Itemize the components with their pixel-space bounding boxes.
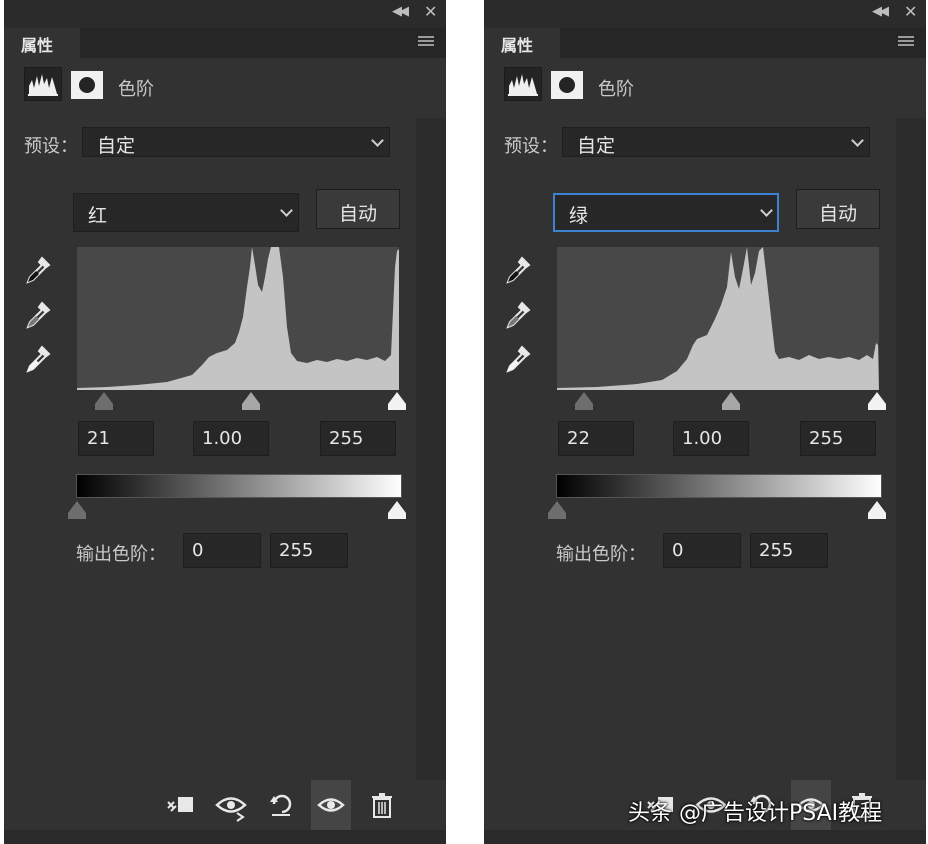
tab-row: 属性 xyxy=(4,28,446,58)
clip-to-layer-button[interactable] xyxy=(160,780,200,830)
input-gamma-slider[interactable] xyxy=(242,392,260,410)
input-gamma-value: 1.00 xyxy=(682,428,723,449)
tab-properties-label: 属性 xyxy=(21,36,54,55)
view-previous-state-button[interactable] xyxy=(211,780,251,830)
preset-select[interactable]: 自定 xyxy=(562,127,870,157)
auto-button[interactable]: 自动 xyxy=(316,189,400,229)
input-white-slider[interactable] xyxy=(388,392,406,410)
panel-menu-icon[interactable] xyxy=(418,36,434,48)
output-white-field[interactable]: 255 xyxy=(750,533,828,568)
gray-point-eyedropper-icon[interactable] xyxy=(502,300,532,332)
close-icon[interactable]: ✕ xyxy=(424,2,437,21)
preset-value: 自定 xyxy=(577,135,616,157)
trash-icon xyxy=(372,793,392,818)
output-gradient-bar xyxy=(76,474,402,498)
panel-footer xyxy=(484,830,926,844)
panel-title-bar: ◀◀ ✕ xyxy=(4,0,446,28)
output-black-value: 0 xyxy=(672,540,684,561)
input-white-value: 255 xyxy=(329,428,364,449)
channel-select[interactable]: 绿 xyxy=(553,193,779,232)
panel-title-bar: ◀◀ ✕ xyxy=(484,0,926,28)
clip-to-layer-icon xyxy=(167,797,193,812)
output-white-field[interactable]: 255 xyxy=(270,533,348,568)
output-black-field[interactable]: 0 xyxy=(663,533,741,568)
reset-icon xyxy=(270,794,292,816)
double-chevron-left-icon[interactable]: ◀◀ xyxy=(872,4,889,19)
scrollbar[interactable] xyxy=(416,118,446,830)
output-white-value: 255 xyxy=(759,540,794,561)
levels-histogram-icon[interactable] xyxy=(24,67,62,101)
properties-panel-green: ◀◀ ✕ 属性 色阶 预设： 自定 绿 自动 22 1.00 255 输出色阶：… xyxy=(484,0,926,844)
chevron-down-icon xyxy=(851,134,864,147)
panel-menu-icon[interactable] xyxy=(898,36,914,48)
output-gradient-bar xyxy=(556,474,882,498)
channel-value: 绿 xyxy=(569,205,589,227)
gray-point-eyedropper-icon[interactable] xyxy=(22,300,52,332)
output-white-value: 255 xyxy=(279,540,314,561)
view-previous-state-icon xyxy=(215,797,247,822)
watermark-text: 头条 @广告设计PSAI教程 xyxy=(628,801,883,826)
white-point-eyedropper-icon[interactable] xyxy=(502,344,532,376)
output-white-slider[interactable] xyxy=(868,501,886,519)
preset-label: 预设： xyxy=(504,136,558,157)
input-gamma-value: 1.00 xyxy=(202,428,243,449)
scrollbar[interactable] xyxy=(896,118,926,830)
input-black-slider[interactable] xyxy=(95,392,113,410)
tab-row: 属性 xyxy=(484,28,926,58)
output-levels-label: 输出色阶： xyxy=(76,544,166,565)
output-black-field[interactable]: 0 xyxy=(183,533,261,568)
reset-button[interactable] xyxy=(262,780,302,830)
adjustment-title: 色阶 xyxy=(118,79,154,100)
black-point-eyedropper-icon[interactable] xyxy=(502,255,532,287)
input-black-field[interactable]: 21 xyxy=(78,421,154,456)
panel-footer xyxy=(4,830,446,844)
tab-properties[interactable]: 属性 xyxy=(4,28,80,58)
output-black-slider[interactable] xyxy=(68,501,86,519)
delete-button[interactable] xyxy=(362,780,402,830)
layer-mask-icon[interactable] xyxy=(71,71,103,99)
histogram xyxy=(77,247,399,390)
auto-button-label: 自动 xyxy=(338,203,377,225)
adjustment-title: 色阶 xyxy=(598,79,634,100)
visibility-toggle-button[interactable] xyxy=(311,780,351,830)
chevron-down-icon xyxy=(760,204,773,217)
output-levels-label: 输出色阶： xyxy=(556,544,646,565)
input-black-field[interactable]: 22 xyxy=(558,421,634,456)
white-point-eyedropper-icon[interactable] xyxy=(22,344,52,376)
input-gamma-field[interactable]: 1.00 xyxy=(193,421,269,456)
preset-value: 自定 xyxy=(97,135,136,157)
levels-histogram-icon[interactable] xyxy=(504,67,542,101)
double-chevron-left-icon[interactable]: ◀◀ xyxy=(392,4,409,19)
channel-value: 红 xyxy=(88,205,108,227)
auto-button-label: 自动 xyxy=(818,203,857,225)
chevron-down-icon xyxy=(371,134,384,147)
tab-properties[interactable]: 属性 xyxy=(484,28,560,58)
input-white-field[interactable]: 255 xyxy=(800,421,876,456)
input-white-field[interactable]: 255 xyxy=(320,421,396,456)
input-white-value: 255 xyxy=(809,428,844,449)
input-white-slider[interactable] xyxy=(868,392,886,410)
channel-select[interactable]: 红 xyxy=(73,193,299,232)
input-black-value: 21 xyxy=(87,428,110,449)
input-black-slider[interactable] xyxy=(575,392,593,410)
properties-panel-red: ◀◀ ✕ 属性 色阶 预设： 自定 红 自动 21 1.00 255 输出色阶：… xyxy=(4,0,446,844)
preset-label: 预设： xyxy=(24,136,78,157)
output-white-slider[interactable] xyxy=(388,501,406,519)
layer-mask-icon[interactable] xyxy=(551,71,583,99)
output-black-value: 0 xyxy=(192,540,204,561)
bottom-toolbar xyxy=(4,780,446,830)
close-icon[interactable]: ✕ xyxy=(904,2,917,21)
input-gamma-field[interactable]: 1.00 xyxy=(673,421,749,456)
input-black-value: 22 xyxy=(567,428,590,449)
chevron-down-icon xyxy=(280,204,293,217)
auto-button[interactable]: 自动 xyxy=(796,189,880,229)
black-point-eyedropper-icon[interactable] xyxy=(22,255,52,287)
preset-select[interactable]: 自定 xyxy=(82,127,390,157)
output-black-slider[interactable] xyxy=(548,501,566,519)
visibility-eye-icon xyxy=(317,798,345,812)
input-gamma-slider[interactable] xyxy=(722,392,740,410)
histogram xyxy=(557,247,879,390)
tab-properties-label: 属性 xyxy=(501,36,534,55)
